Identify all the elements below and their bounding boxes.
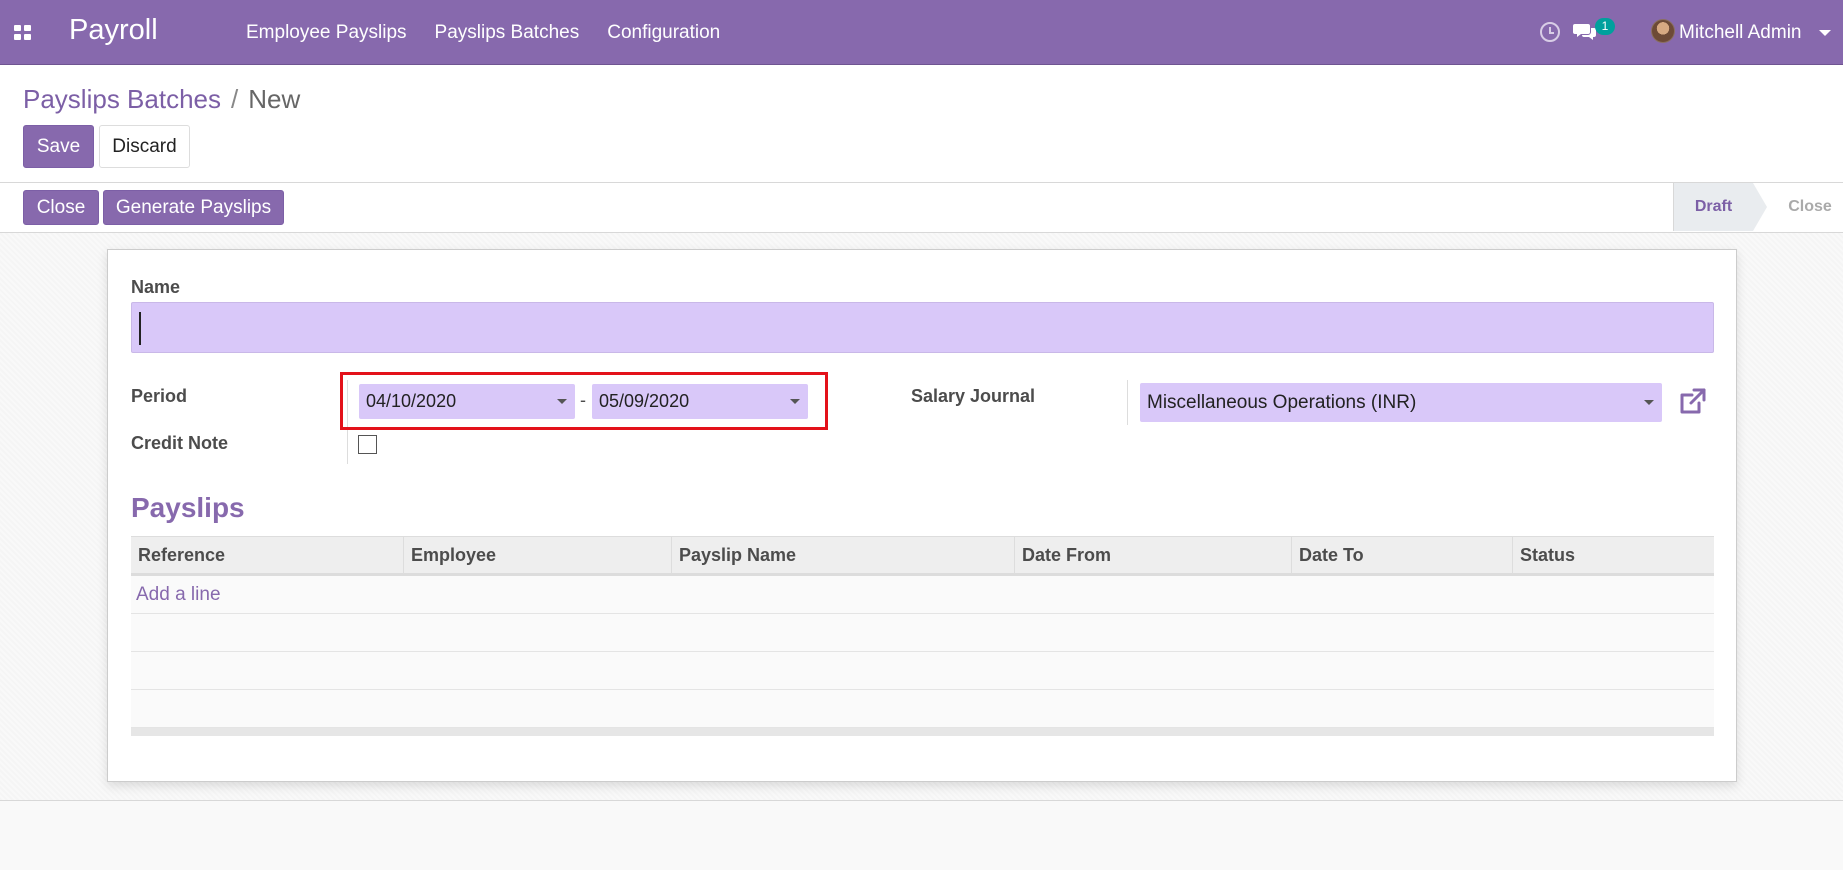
- journal-divider: [1127, 380, 1128, 425]
- name-input[interactable]: [131, 302, 1714, 353]
- status-bar: Close Generate Payslips Draft Close: [0, 183, 1843, 233]
- apps-menu-icon[interactable]: [14, 25, 31, 40]
- breadcrumb-current: New: [248, 84, 301, 114]
- activity-clock-icon[interactable]: [1540, 22, 1560, 42]
- chevron-down-icon[interactable]: [1819, 30, 1831, 36]
- menu-item-configuration[interactable]: Configuration: [593, 0, 734, 65]
- stage-draft[interactable]: Draft: [1673, 183, 1753, 231]
- breadcrumb: Payslips Batches / New: [23, 84, 300, 115]
- salary-journal-label: Salary Journal: [911, 386, 1036, 406]
- table-row: [131, 690, 1714, 728]
- salary-journal-value: Miscellaneous Operations (INR): [1147, 392, 1417, 413]
- breadcrumb-payslips-batches[interactable]: Payslips Batches: [23, 84, 221, 115]
- close-batch-button[interactable]: Close: [23, 190, 99, 225]
- period-highlight-box: [340, 372, 828, 430]
- form-sheet: Name Period 04/10/2020 - 05/09/2020 Cred…: [107, 249, 1737, 782]
- text-cursor: [139, 312, 141, 345]
- period-label: Period: [131, 386, 188, 406]
- table-row: [131, 652, 1714, 690]
- name-label: Name: [131, 277, 181, 297]
- table-header: Reference Employee Payslip Name Date Fro…: [131, 536, 1714, 576]
- chat-icon[interactable]: [1573, 22, 1597, 41]
- table-row: [131, 614, 1714, 652]
- add-line-link[interactable]: Add a line: [136, 576, 221, 614]
- menu-item-employee-payslips[interactable]: Employee Payslips: [232, 0, 421, 65]
- menu-item-payslips-batches[interactable]: Payslips Batches: [421, 0, 594, 65]
- top-navbar: Payroll Employee Payslips Payslips Batch…: [0, 0, 1843, 65]
- save-button[interactable]: Save: [23, 125, 94, 168]
- column-header-status[interactable]: Status: [1512, 537, 1714, 574]
- payslips-section-title: Payslips: [131, 492, 245, 523]
- discard-button[interactable]: Discard: [99, 125, 190, 168]
- credit-note-label: Credit Note: [131, 433, 229, 453]
- control-panel: Payslips Batches / New Save Discard: [0, 65, 1843, 183]
- stage-close[interactable]: Close: [1777, 183, 1843, 231]
- column-header-reference[interactable]: Reference: [131, 537, 403, 574]
- salary-journal-dropdown-icon[interactable]: [1644, 400, 1654, 405]
- stage-arrow: [1753, 183, 1767, 231]
- avatar[interactable]: [1651, 19, 1675, 43]
- column-header-date-from[interactable]: Date From: [1014, 537, 1291, 574]
- column-header-date-to[interactable]: Date To: [1291, 537, 1512, 574]
- app-name: Payroll: [69, 14, 158, 46]
- breadcrumb-separator: /: [230, 84, 239, 114]
- column-header-payslip-name[interactable]: Payslip Name: [671, 537, 1014, 574]
- column-header-employee[interactable]: Employee: [403, 537, 671, 574]
- chat-count-badge: 1: [1595, 18, 1615, 35]
- credit-note-checkbox[interactable]: [358, 435, 377, 454]
- salary-journal-select[interactable]: Miscellaneous Operations (INR): [1140, 383, 1662, 422]
- payslips-table: Reference Employee Payslip Name Date Fro…: [131, 536, 1714, 736]
- table-footer: [131, 728, 1714, 736]
- user-menu-name[interactable]: Mitchell Admin: [1679, 0, 1802, 65]
- generate-payslips-button[interactable]: Generate Payslips: [103, 190, 284, 225]
- main-menu: Employee Payslips Payslips Batches Confi…: [232, 0, 734, 65]
- table-row: Add a line: [131, 576, 1714, 614]
- external-link-icon[interactable]: [1678, 387, 1708, 415]
